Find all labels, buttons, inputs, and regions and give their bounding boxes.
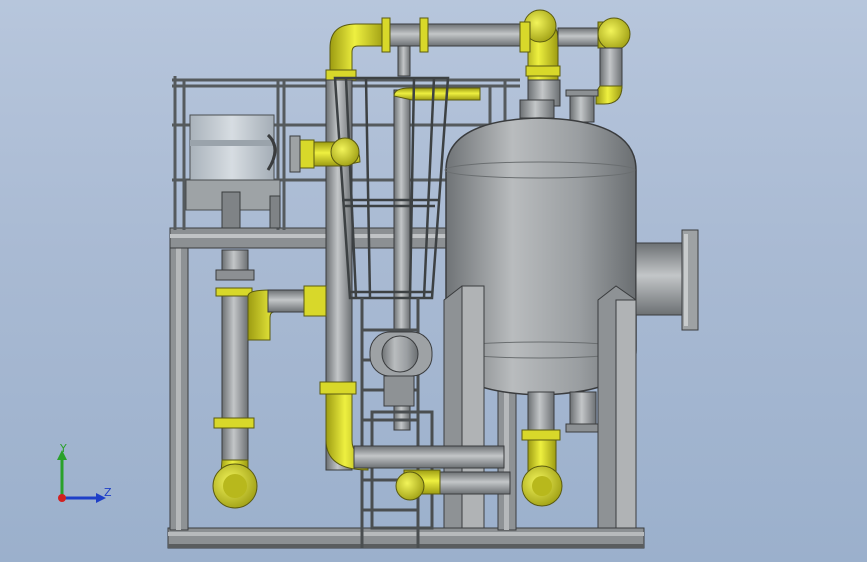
sight-glass-housing[interactable] [185, 114, 281, 229]
z-axis-label: Z [104, 486, 112, 499]
cad-3d-viewport[interactable]: Y Z [0, 0, 867, 562]
axis-triad: Y Z [57, 442, 112, 503]
y-axis-label: Y [59, 442, 67, 455]
x-axis-origin [58, 494, 66, 502]
vessel-outlet[interactable] [521, 429, 563, 507]
equipment-assembly-model[interactable] [0, 0, 867, 562]
base-skid[interactable] [167, 527, 645, 549]
left-drain-piping[interactable] [212, 249, 327, 509]
